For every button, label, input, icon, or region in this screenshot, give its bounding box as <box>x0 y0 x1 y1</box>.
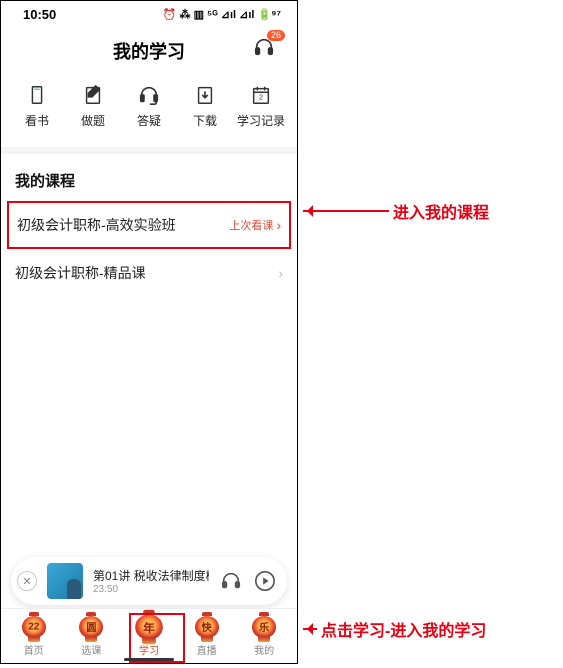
action-exercise[interactable]: 做题 <box>66 84 120 129</box>
chevron-right-icon: › <box>278 265 283 281</box>
action-read[interactable]: 看书 <box>10 84 64 129</box>
status-time: 10:50 <box>23 7 56 22</box>
nav-live[interactable]: 快 直播 <box>178 613 236 657</box>
nav-label: 学习 <box>139 642 159 657</box>
nav-label: 选课 <box>81 642 101 657</box>
calendar-icon: 2 <box>250 84 272 106</box>
annotation-text: 进入我的课程 <box>393 199 489 223</box>
home-indicator <box>124 658 174 661</box>
nav-mine[interactable]: 乐 我的 <box>235 613 293 657</box>
course-item-highlighted[interactable]: 初级会计职称-高效实验班 上次看课 › <box>7 201 291 249</box>
nav-label: 首页 <box>24 642 44 657</box>
nav-label: 我的 <box>254 642 274 657</box>
download-icon <box>194 84 216 106</box>
course-name: 初级会计职称-精品课 <box>15 263 146 283</box>
player-title: 第01讲 税收法律制度概 <box>93 567 209 584</box>
action-label: 看书 <box>25 112 49 129</box>
action-label: 下载 <box>193 112 217 129</box>
mini-player[interactable]: ✕ 第01讲 税收法律制度概 23:50 <box>11 557 287 605</box>
headset-icon <box>138 84 160 106</box>
status-icons: ⏰ ⁂ ▥ ⁵ᴳ ⊿ıl ⊿ıl 🔋⁹⁷ <box>163 8 281 21</box>
course-item[interactable]: 初级会计职称-精品课 › <box>1 249 297 297</box>
header: 我的学习 26 <box>1 28 297 78</box>
player-thumbnail <box>47 563 83 599</box>
player-time: 23:50 <box>93 584 209 595</box>
annotation-nav: 点击学习-进入我的学习 <box>303 617 486 641</box>
course-name: 初级会计职称-高效实验班 <box>17 215 176 235</box>
action-label: 答疑 <box>137 112 161 129</box>
annotation-course: 进入我的课程 <box>303 199 489 223</box>
action-label: 做题 <box>81 112 105 129</box>
support-button[interactable]: 26 <box>253 36 275 63</box>
separator <box>1 147 297 154</box>
course-tag: 上次看课 › <box>229 217 281 233</box>
page-title: 我的学习 <box>113 38 185 64</box>
pencil-note-icon <box>82 84 104 106</box>
play-icon[interactable] <box>253 570 277 592</box>
action-history[interactable]: 2 学习记录 <box>234 84 288 129</box>
notification-badge: 26 <box>267 30 285 41</box>
chevron-right-icon: › <box>276 217 281 233</box>
action-row: 看书 做题 答疑 下载 <box>1 78 297 147</box>
action-download[interactable]: 下载 <box>178 84 232 129</box>
nav-study[interactable]: 年 学习 <box>120 613 178 657</box>
bottom-nav: 22 首页 圆 选课 年 学习 快 直播 乐 我的 <box>1 608 297 663</box>
arrow-icon <box>303 628 317 630</box>
section-title: 我的课程 <box>1 154 297 201</box>
book-icon <box>26 84 48 106</box>
headphone-icon[interactable] <box>219 570 243 592</box>
player-info: 第01讲 税收法律制度概 23:50 <box>93 567 209 595</box>
nav-label: 直播 <box>197 642 217 657</box>
status-bar: 10:50 ⏰ ⁂ ▥ ⁵ᴳ ⊿ıl ⊿ıl 🔋⁹⁷ <box>1 1 297 28</box>
arrow-icon <box>303 210 389 212</box>
nav-home[interactable]: 22 首页 <box>5 613 63 657</box>
action-label: 学习记录 <box>237 112 285 129</box>
annotation-text: 点击学习-进入我的学习 <box>321 617 486 641</box>
action-qa[interactable]: 答疑 <box>122 84 176 129</box>
svg-text:2: 2 <box>259 93 263 102</box>
player-close-button[interactable]: ✕ <box>17 571 37 591</box>
nav-courses[interactable]: 圆 选课 <box>63 613 121 657</box>
